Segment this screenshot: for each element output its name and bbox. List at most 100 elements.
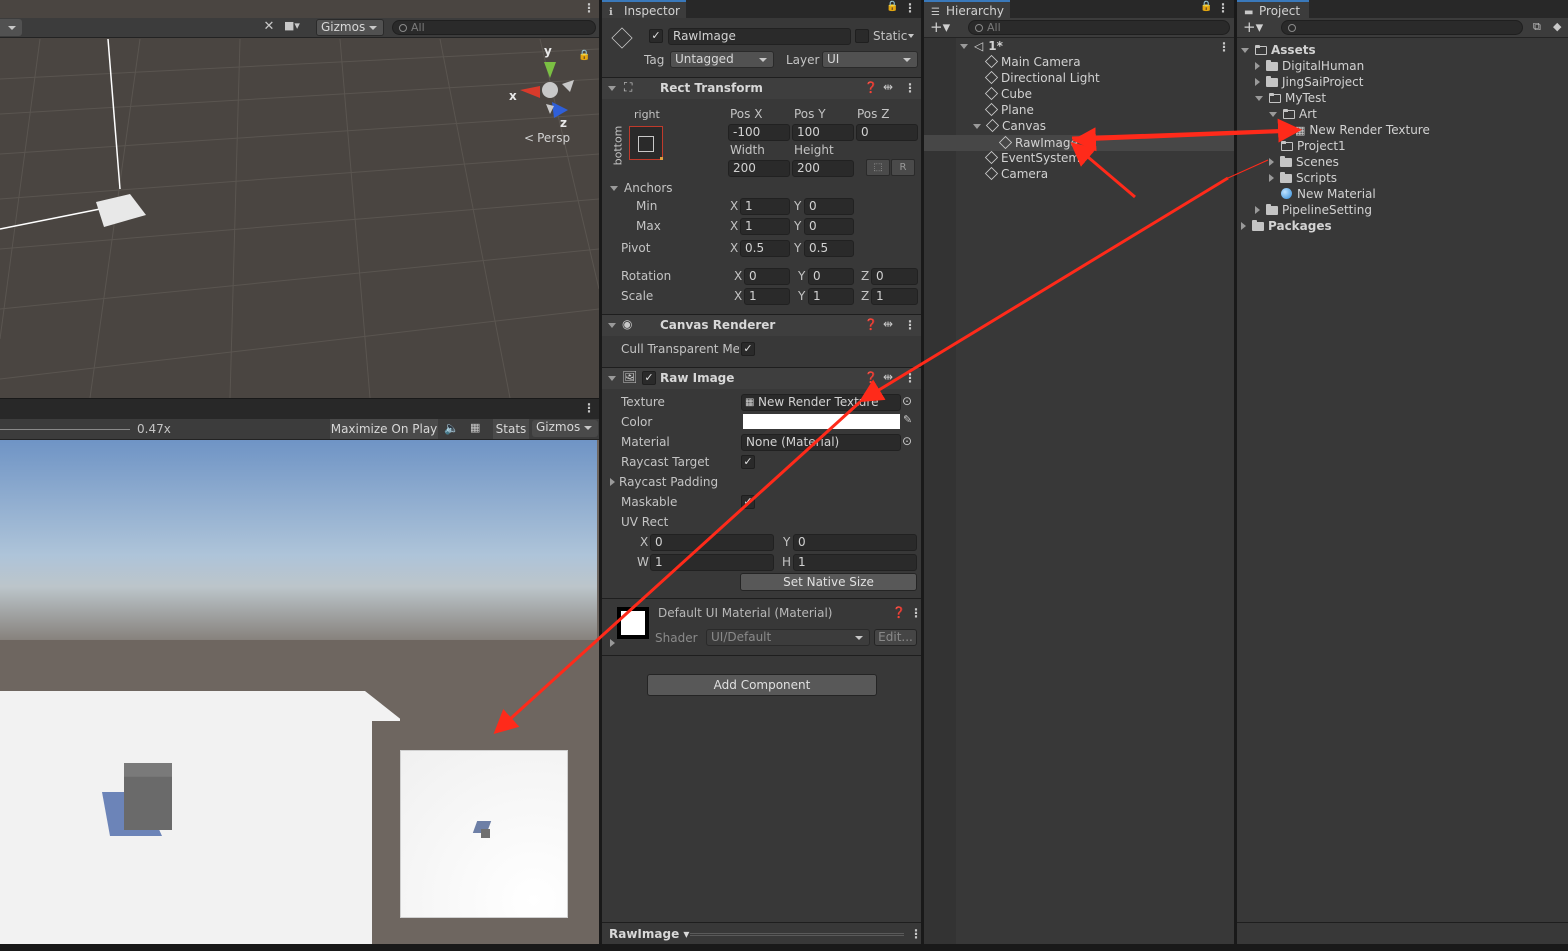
project-item-scenes[interactable]: Scenes xyxy=(1269,154,1339,170)
height-field[interactable]: 200 xyxy=(792,160,854,177)
rotation-z-field[interactable]: 0 xyxy=(871,268,918,285)
uv-h-field[interactable]: 1 xyxy=(793,554,917,571)
filter-icon[interactable]: ⧉ xyxy=(1533,20,1541,34)
gizmos-dropdown[interactable]: Gizmos xyxy=(316,19,384,36)
scene-menu-icon[interactable]: ⋮ xyxy=(583,1,595,15)
lock-icon[interactable]: 🔒 xyxy=(1200,1,1212,12)
footer-object-label[interactable]: RawImage ▾ xyxy=(609,927,689,942)
project-item-scripts[interactable]: Scripts xyxy=(1269,170,1337,186)
hierarchy-search-input[interactable]: All xyxy=(968,20,1230,35)
material-field[interactable]: None (Material) xyxy=(741,434,901,451)
uv-x-field[interactable]: 0 xyxy=(650,534,774,551)
hierarchy-item-rawimage[interactable]: RawImage xyxy=(998,135,1078,151)
eyedropper-icon[interactable]: ✎ xyxy=(903,413,912,426)
pivot-x-field[interactable]: 0.5 xyxy=(740,240,790,257)
tab-inspector[interactable]: ℹ Inspector xyxy=(602,0,686,18)
lock-icon[interactable]: 🔒 xyxy=(578,50,590,61)
scale-x-field[interactable]: 1 xyxy=(744,288,790,305)
project-item-mytest[interactable]: MyTest xyxy=(1255,90,1326,106)
static-label[interactable]: Static xyxy=(873,29,907,44)
mute-audio-icon[interactable]: 🔈 xyxy=(444,421,459,435)
project-search-input[interactable] xyxy=(1281,20,1523,35)
anchors-label[interactable]: Anchors xyxy=(610,181,673,196)
raw-edit-button[interactable]: R xyxy=(891,159,915,176)
keyboard-icon[interactable]: ▦ xyxy=(470,421,488,435)
project-item-new-material[interactable]: New Material xyxy=(1281,186,1376,202)
hierarchy-item-plane[interactable]: Plane xyxy=(984,102,1034,118)
scene-root-item[interactable]: ◁ 1* xyxy=(960,38,1230,54)
anchor-max-x-field[interactable]: 1 xyxy=(740,218,790,235)
material-menu-icon[interactable]: ⋮ xyxy=(910,606,921,620)
project-item-packages[interactable]: Packages xyxy=(1241,218,1332,234)
scale-slider[interactable] xyxy=(0,429,130,430)
anchor-min-x-field[interactable]: 1 xyxy=(740,198,790,215)
shader-edit-button[interactable]: Edit... xyxy=(874,629,917,646)
pivot-y-field[interactable]: 0.5 xyxy=(804,240,854,257)
component-menu-icon[interactable]: ⋮ xyxy=(904,318,916,332)
add-object-button[interactable]: +▾ xyxy=(930,18,950,36)
pos-x-field[interactable]: -100 xyxy=(728,124,790,141)
color-swatch[interactable] xyxy=(743,414,900,429)
tag-dropdown[interactable]: Untagged xyxy=(670,51,774,68)
rotation-x-field[interactable]: 0 xyxy=(744,268,790,285)
help-icon[interactable]: ❓ xyxy=(892,606,906,619)
raycast-target-checkbox[interactable]: ✓ xyxy=(741,455,755,469)
set-native-size-button[interactable]: Set Native Size xyxy=(740,573,917,591)
create-asset-button[interactable]: +▾ xyxy=(1243,18,1263,36)
stats-button[interactable]: Stats xyxy=(493,419,529,439)
object-name-field[interactable]: RawImage xyxy=(668,28,851,45)
raycast-padding-label[interactable]: Raycast Padding xyxy=(610,475,718,490)
active-checkbox[interactable]: ✓ xyxy=(649,29,663,43)
static-checkbox[interactable] xyxy=(855,29,869,43)
add-component-button[interactable]: Add Component xyxy=(647,674,877,696)
rect-transform-header[interactable]: ⛶ Rect Transform ❓ ⇹ ⋮ xyxy=(602,77,921,99)
tools-icon[interactable]: ✕ xyxy=(258,19,280,36)
width-field[interactable]: 200 xyxy=(728,160,790,177)
rotation-y-field[interactable]: 0 xyxy=(808,268,854,285)
blueprint-mode-button[interactable]: ⬚ xyxy=(866,159,890,176)
raw-image-header[interactable]: 🖼 ✓ Raw Image ❓ ⇹ ⋮ xyxy=(602,367,921,389)
settings-icon[interactable]: ⇹ xyxy=(883,80,893,94)
camera-icon[interactable]: ■▾ xyxy=(284,19,314,36)
component-menu-icon[interactable]: ⋮ xyxy=(904,371,916,385)
hierarchy-menu-icon[interactable]: ⋮ xyxy=(1217,1,1229,15)
anchor-min-y-field[interactable]: 0 xyxy=(804,198,854,215)
hierarchy-item-main-camera[interactable]: Main Camera xyxy=(984,54,1081,70)
anchor-preset-button[interactable] xyxy=(629,126,663,160)
object-picker-icon[interactable]: ⊙ xyxy=(902,434,912,448)
project-item-digitalhuman[interactable]: DigitalHuman xyxy=(1255,58,1364,74)
scene-search-input[interactable]: All xyxy=(392,20,596,35)
maskable-checkbox[interactable]: ✓ xyxy=(741,495,755,509)
object-picker-icon[interactable]: ⊙ xyxy=(902,394,912,408)
footer-menu-icon[interactable]: ⋮ xyxy=(910,927,921,941)
project-item-assets[interactable]: Assets xyxy=(1241,42,1316,58)
component-menu-icon[interactable]: ⋮ xyxy=(904,81,916,95)
uv-w-field[interactable]: 1 xyxy=(650,554,774,571)
hierarchy-item-directional-light[interactable]: Directional Light xyxy=(984,70,1100,86)
anchor-max-y-field[interactable]: 0 xyxy=(804,218,854,235)
settings-icon[interactable]: ⇹ xyxy=(883,317,893,331)
project-item-art[interactable]: Art xyxy=(1269,106,1317,122)
uv-y-field[interactable]: 0 xyxy=(793,534,917,551)
persp-label[interactable]: < Persp xyxy=(524,131,570,145)
project-item-jingsaiproject[interactable]: JingSaiProject xyxy=(1255,74,1363,90)
tab-project[interactable]: ▬ Project xyxy=(1237,0,1309,18)
cull-transparent-checkbox[interactable]: ✓ xyxy=(741,342,755,356)
lock-icon[interactable]: 🔒 xyxy=(886,1,898,12)
canvas-renderer-header[interactable]: ◉ Canvas Renderer ❓ ⇹ ⋮ xyxy=(602,314,921,336)
hierarchy-item-canvas[interactable]: Canvas xyxy=(973,118,1046,134)
project-item-project1[interactable]: Project1 xyxy=(1281,138,1346,154)
project-item-new-render-texture[interactable]: ▦ New Render Texture xyxy=(1295,122,1430,138)
help-icon[interactable]: ❓ xyxy=(864,371,878,384)
scale-z-field[interactable]: 1 xyxy=(871,288,918,305)
pos-y-field[interactable]: 100 xyxy=(792,124,854,141)
hierarchy-item-eventsystem[interactable]: EventSystem xyxy=(984,150,1080,166)
pos-z-field[interactable]: 0 xyxy=(856,124,918,141)
project-item-pipelinesetting[interactable]: PipelineSetting xyxy=(1255,202,1372,218)
layer-dropdown[interactable]: UI xyxy=(822,51,918,68)
scale-y-field[interactable]: 1 xyxy=(808,288,854,305)
game-menu-icon[interactable]: ⋮ xyxy=(583,401,595,415)
label-icon[interactable]: ◆ xyxy=(1553,20,1561,33)
hierarchy-item-camera[interactable]: Camera xyxy=(984,166,1048,182)
hierarchy-item-cube[interactable]: Cube xyxy=(984,86,1032,102)
